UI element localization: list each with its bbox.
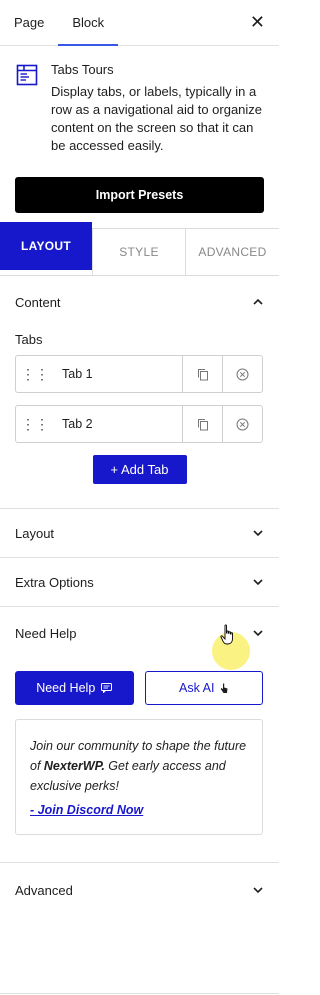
tab-page[interactable]: Page xyxy=(0,0,58,45)
remove-icon[interactable] xyxy=(222,406,262,442)
tabs-block-icon xyxy=(16,64,38,86)
inspector-tabs: Page Block ✕ xyxy=(0,0,279,46)
need-help-section-header[interactable]: Need Help xyxy=(0,607,279,659)
chevron-down-icon xyxy=(253,530,263,537)
tab-layout[interactable]: LAYOUT xyxy=(0,222,92,270)
layout-section-header[interactable]: Layout xyxy=(0,509,279,557)
bottom-divider xyxy=(0,993,279,994)
chevron-up-icon xyxy=(253,298,263,305)
pointer-icon xyxy=(221,683,228,693)
drag-handle-icon[interactable]: ⋮⋮ xyxy=(16,356,54,392)
close-icon[interactable]: ✕ xyxy=(250,12,265,32)
extra-options-section-title: Extra Options xyxy=(15,574,94,590)
chevron-down-icon xyxy=(253,579,263,586)
block-info: Tabs Tours Display tabs, or labels, typi… xyxy=(51,62,264,155)
settings-tabs: LAYOUT STYLE ADVANCED xyxy=(0,222,279,276)
layout-section-title: Layout xyxy=(15,525,55,541)
community-card: Join our community to shape the future o… xyxy=(15,719,263,835)
ask-ai-button[interactable]: Ask AI xyxy=(144,671,263,705)
need-help-section-title: Need Help xyxy=(15,625,77,641)
block-description: Display tabs, or labels, typically in a … xyxy=(51,84,263,153)
tab-page-label: Page xyxy=(14,15,45,30)
content-section-title: Content xyxy=(15,294,61,310)
extra-options-section-header[interactable]: Extra Options xyxy=(0,558,279,606)
tab-item-name[interactable]: Tab 2 xyxy=(54,406,182,442)
tab-block[interactable]: Block xyxy=(58,0,118,46)
advanced-section-header[interactable]: Advanced xyxy=(0,863,279,917)
chevron-down-icon xyxy=(253,630,263,637)
tab-style[interactable]: STYLE xyxy=(92,229,185,275)
community-brand: NexterWP. xyxy=(43,759,105,773)
tab-advanced[interactable]: ADVANCED xyxy=(185,229,279,275)
import-presets-button[interactable]: Import Presets xyxy=(15,177,264,213)
duplicate-icon[interactable] xyxy=(182,406,222,442)
tab-item: ⋮⋮ Tab 2 xyxy=(15,405,263,443)
advanced-section-title: Advanced xyxy=(15,882,73,898)
help-buttons: Need Help Ask AI xyxy=(0,671,279,705)
ask-ai-button-label: Ask AI xyxy=(179,681,215,695)
duplicate-icon[interactable] xyxy=(182,356,222,392)
discord-link[interactable]: - Join Discord Now xyxy=(30,800,143,820)
tab-block-label: Block xyxy=(72,15,105,30)
chevron-down-icon xyxy=(253,887,263,894)
tab-item: ⋮⋮ Tab 1 xyxy=(15,355,263,393)
content-section-header[interactable]: Content xyxy=(0,276,279,328)
need-help-button-label: Need Help xyxy=(36,681,96,695)
block-card: Tabs Tours Display tabs, or labels, typi… xyxy=(0,46,279,169)
add-tab-button[interactable]: + Add Tab xyxy=(92,455,187,484)
chat-icon xyxy=(101,683,113,693)
need-help-button[interactable]: Need Help xyxy=(15,671,134,705)
block-title: Tabs Tours xyxy=(51,62,114,77)
tabs-label: Tabs xyxy=(15,332,43,347)
drag-handle-icon[interactable]: ⋮⋮ xyxy=(16,406,54,442)
tab-item-name[interactable]: Tab 1 xyxy=(54,356,182,392)
remove-icon[interactable] xyxy=(222,356,262,392)
